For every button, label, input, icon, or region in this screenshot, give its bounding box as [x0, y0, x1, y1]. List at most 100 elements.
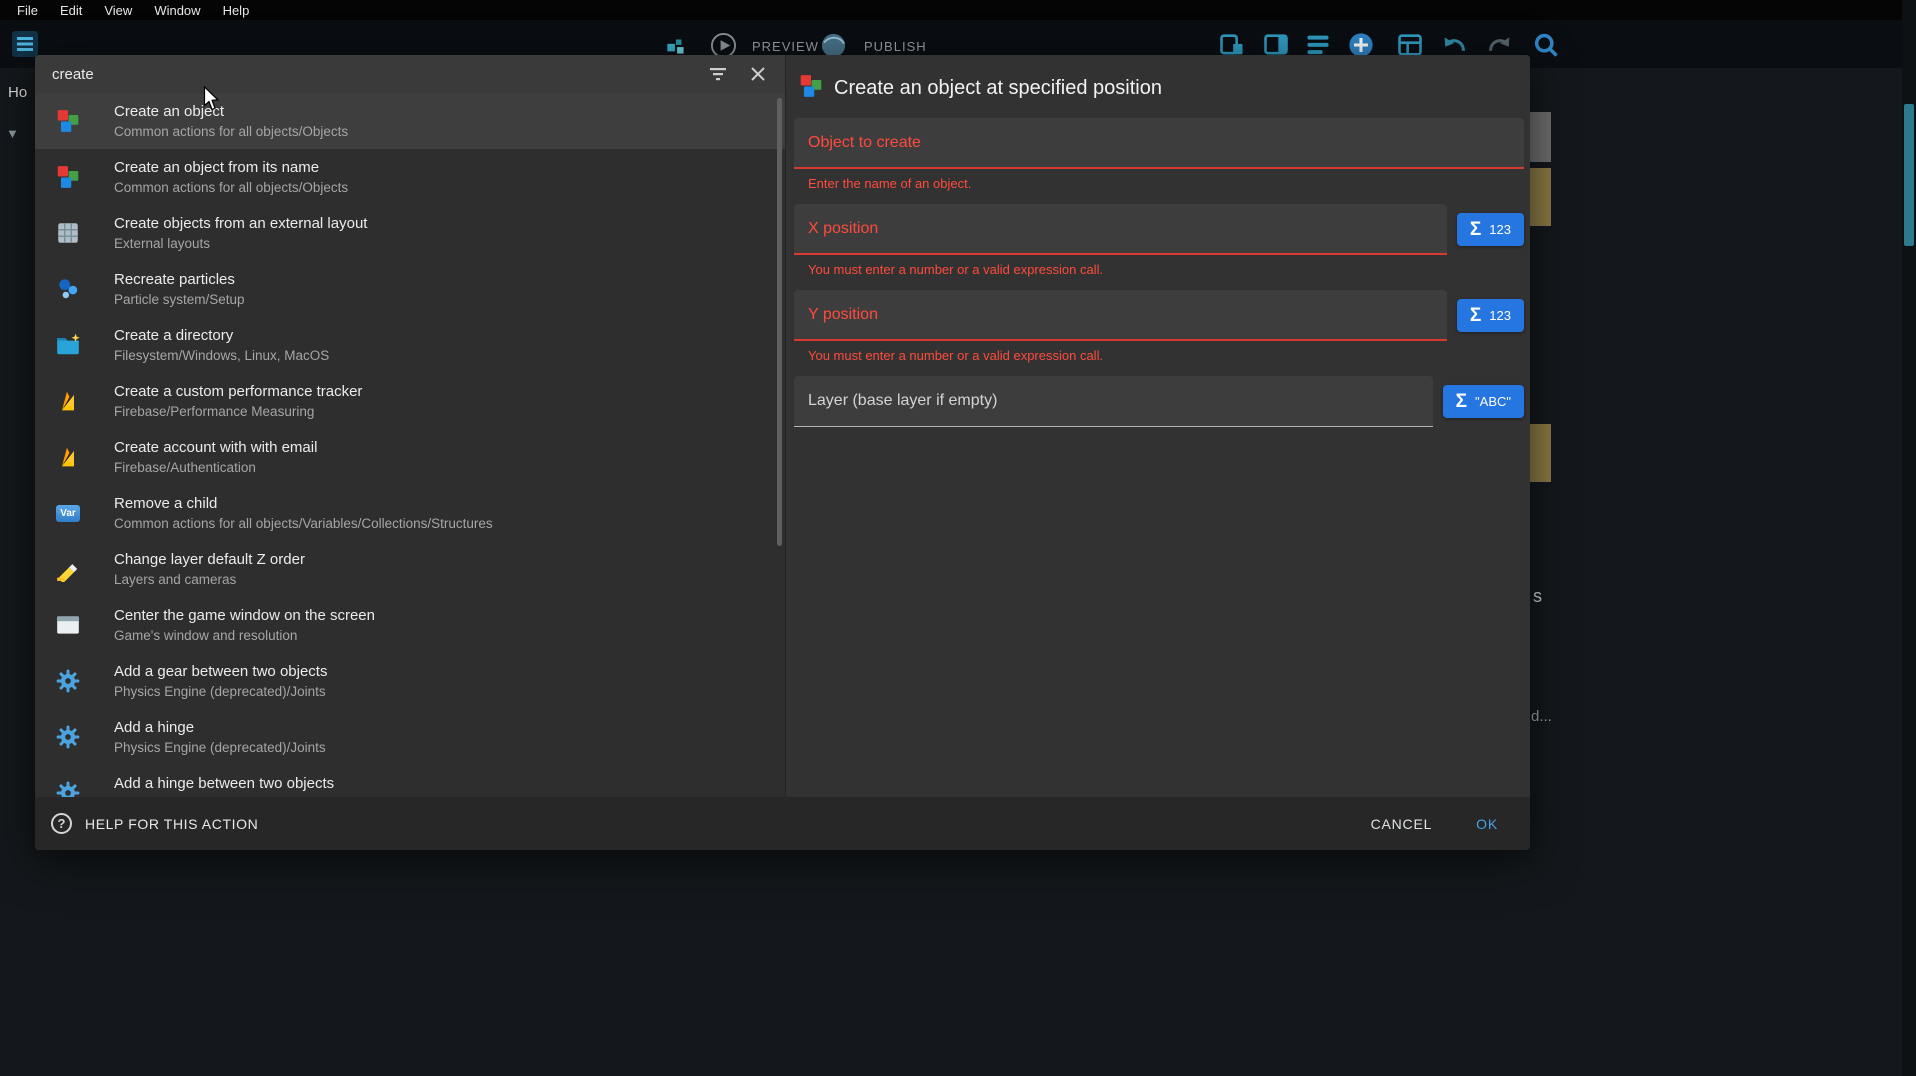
y-position-input[interactable] [794, 290, 1447, 339]
choose-action-dialog: Create an object Common actions for all … [35, 55, 1530, 850]
list-item[interactable]: Create a custom performance tracker Fire… [35, 373, 785, 429]
action-subtitle: Common actions for all objects/Variables… [114, 515, 493, 532]
object-field-helper: Enter the name of an object. [808, 176, 1524, 191]
expression-type-label: 123 [1489, 308, 1511, 323]
list-item[interactable]: Create a directory Filesystem/Windows, L… [35, 317, 785, 373]
action-subtitle: Firebase/Performance Measuring [114, 403, 362, 420]
background-text-fragment: d... [1531, 708, 1552, 725]
close-icon[interactable] [745, 61, 771, 87]
help-for-action-button[interactable]: HELP FOR THIS ACTION [85, 816, 258, 832]
menu-view[interactable]: View [93, 3, 143, 18]
action-title: Change layer default Z order [114, 550, 305, 569]
search-input[interactable] [52, 66, 691, 83]
list-item[interactable]: Change layer default Z order Layers and … [35, 541, 785, 597]
list-item[interactable]: Recreate particles Particle system/Setup [35, 261, 785, 317]
tab-home-clipped[interactable]: Ho [8, 84, 27, 101]
action-title: Center the game window on the screen [114, 606, 375, 625]
list-item[interactable]: Var Remove a child Common actions for al… [35, 485, 785, 541]
y-field-error: You must enter a number or a valid expre… [808, 348, 1524, 363]
expression-type-label: 123 [1489, 222, 1511, 237]
y-expression-button[interactable]: Σ 123 [1457, 299, 1524, 332]
layer-field-box [794, 376, 1433, 427]
firebase-flame-icon [55, 388, 81, 414]
search-bar [35, 55, 785, 93]
x-expression-button[interactable]: Σ 123 [1457, 213, 1524, 246]
objects-icon [55, 108, 81, 134]
list-item[interactable]: Add a hinge between two objects Physics … [35, 765, 785, 797]
menubar: File Edit View Window Help [0, 0, 1916, 20]
action-title: Create account with with email [114, 438, 317, 457]
sigma-icon: Σ [1456, 391, 1467, 413]
action-subtitle: Filesystem/Windows, Linux, MacOS [114, 347, 329, 364]
sigma-icon: Σ [1470, 219, 1481, 241]
list-item[interactable]: Create account with with email Firebase/… [35, 429, 785, 485]
publish-button[interactable]: PUBLISH [864, 39, 927, 54]
list-item[interactable]: Center the game window on the screen Gam… [35, 597, 785, 653]
objects-icon [55, 164, 81, 190]
background-panel-fragment [1529, 112, 1551, 162]
menu-edit[interactable]: Edit [49, 3, 93, 18]
action-subtitle: Common actions for all objects/Objects [114, 123, 348, 140]
action-dialog-title: Create an object at specified position [834, 77, 1162, 100]
action-subtitle: Physics Engine (deprecated)/Joints [114, 683, 327, 700]
menu-file[interactable]: File [6, 3, 49, 18]
preview-button[interactable]: PREVIEW [752, 39, 819, 54]
folder-icon [55, 332, 81, 358]
list-item[interactable]: Create an object Common actions for all … [35, 93, 785, 149]
firebase-flame-icon [55, 444, 81, 470]
detail-header: Create an object at specified position [786, 55, 1530, 118]
variable-icon: Var [55, 500, 81, 526]
background-text-fragment: s [1533, 586, 1542, 607]
action-title: Create a custom performance tracker [114, 382, 362, 401]
gear-icon [55, 668, 81, 694]
gear-icon [55, 724, 81, 750]
action-title: Add a hinge between two objects [114, 774, 334, 793]
list-item[interactable]: Add a gear between two objects Physics E… [35, 653, 785, 709]
background-panel-fragment [1529, 424, 1551, 482]
object-to-create-input[interactable] [794, 118, 1524, 167]
action-subtitle: Firebase/Authentication [114, 459, 317, 476]
layer-input[interactable] [794, 376, 1433, 426]
x-field-error: You must enter a number or a valid expre… [808, 262, 1524, 277]
action-subtitle: Layers and cameras [114, 571, 305, 588]
action-title: Create an object [114, 102, 348, 121]
list-item[interactable]: Create an object from its name Common ac… [35, 149, 785, 205]
ok-button[interactable]: OK [1468, 810, 1506, 838]
gear-icon [55, 780, 81, 797]
x-position-input[interactable] [794, 204, 1447, 253]
help-icon: ? [51, 813, 72, 834]
menu-help[interactable]: Help [212, 3, 261, 18]
particles-icon [55, 276, 81, 302]
sigma-icon: Σ [1470, 305, 1481, 327]
chevron-down-icon[interactable]: ▼ [6, 126, 19, 141]
list-item[interactable]: Create objects from an external layout E… [35, 205, 785, 261]
action-title: Add a gear between two objects [114, 662, 327, 681]
window-scrollbar[interactable] [1902, 0, 1916, 1076]
action-title: Add a hinge [114, 718, 326, 737]
search-icon[interactable] [1532, 31, 1560, 64]
actions-list[interactable]: Create an object Common actions for all … [35, 93, 785, 797]
layer-expression-button[interactable]: Σ "ABC" [1443, 385, 1524, 418]
z-order-icon [55, 556, 81, 582]
objects-icon [798, 73, 824, 104]
list-scrollbar-thumb[interactable] [777, 98, 782, 546]
filter-icon[interactable] [705, 61, 731, 87]
action-subtitle: Game's window and resolution [114, 627, 375, 644]
object-to-create-field-box [794, 118, 1524, 169]
dialog-footer: ? HELP FOR THIS ACTION CANCEL OK [35, 797, 1530, 850]
action-title: Create an object from its name [114, 158, 348, 177]
menu-window[interactable]: Window [143, 3, 211, 18]
scrollbar-thumb[interactable] [1904, 104, 1914, 246]
external-layout-icon [55, 220, 81, 246]
action-subtitle: Particle system/Setup [114, 291, 245, 308]
action-title: Remove a child [114, 494, 493, 513]
background-panel-fragment [1529, 168, 1551, 226]
actions-search-panel: Create an object Common actions for all … [35, 55, 785, 797]
action-subtitle: Physics Engine (deprecated)/Joints [114, 739, 326, 756]
action-title: Recreate particles [114, 270, 245, 289]
y-position-field-box [794, 290, 1447, 341]
cancel-button[interactable]: CANCEL [1363, 810, 1441, 838]
list-item[interactable]: Add a hinge Physics Engine (deprecated)/… [35, 709, 785, 765]
expression-type-label: "ABC" [1475, 394, 1511, 409]
action-title: Create a directory [114, 326, 329, 345]
